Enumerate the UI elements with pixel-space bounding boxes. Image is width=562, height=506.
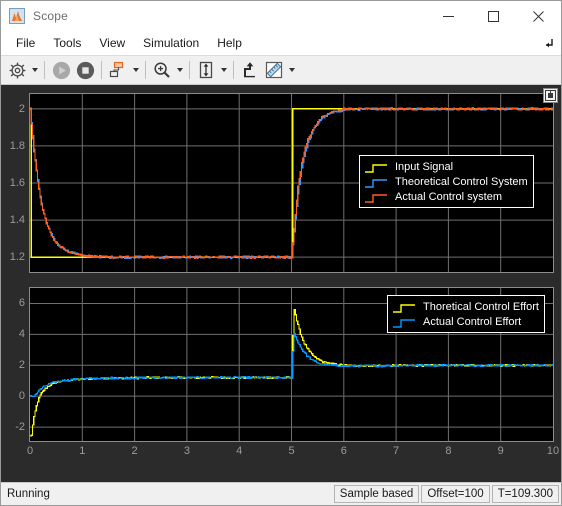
menu-help[interactable]: Help: [208, 33, 251, 53]
legend-swatch-icon: [392, 301, 416, 313]
fit-to-view-icon: [199, 61, 213, 79]
scope-window: Scope File Tools View Simulation Help 1.…: [0, 0, 562, 506]
configuration-properties-button[interactable]: [5, 58, 29, 82]
top-plot-legend[interactable]: Input Signal Theoretical Control System Ac…: [359, 155, 534, 208]
play-icon: [52, 61, 70, 79]
y-tick-label: 0: [18, 390, 25, 403]
scope-plot-area: 1.2 1.4 1.6 1.8 2 Input Signal Theoretical Co…: [1, 85, 561, 482]
status-bar: Running Sample based Offset=100 T=109.30…: [1, 482, 561, 505]
menu-tools[interactable]: Tools: [44, 33, 90, 53]
x-tick-label: 9: [497, 445, 504, 457]
close-button[interactable]: [516, 1, 561, 31]
highlight-signal-button[interactable]: [238, 58, 262, 82]
legend-label: Actual Control Effort: [423, 315, 522, 328]
zoom-in-magnifier-icon: [154, 62, 170, 78]
run-button[interactable]: [49, 58, 73, 82]
status-panels: Sample based Offset=100 T=109.300: [333, 485, 559, 503]
measurements-button[interactable]: [262, 58, 286, 82]
x-tick-label: 6: [340, 445, 347, 457]
legend-row: Input Signal: [364, 159, 528, 174]
stop-button[interactable]: [73, 58, 97, 82]
y-tick-label: 6: [18, 297, 25, 310]
legend-swatch-icon: [364, 161, 388, 173]
x-tick-label: 0: [26, 445, 34, 457]
scale-axes-limits-button[interactable]: [194, 58, 218, 82]
minimize-button[interactable]: [426, 1, 471, 31]
legend-row: Actual Control Effort: [392, 314, 539, 329]
title-bar: Scope: [1, 1, 561, 31]
y-tick-label: 1.8: [9, 139, 25, 152]
menu-simulation[interactable]: Simulation: [134, 33, 208, 53]
y-tick-label: 1.6: [9, 177, 25, 189]
stop-icon: [76, 61, 94, 79]
window-title: Scope: [33, 9, 69, 23]
legend-swatch-icon: [364, 176, 388, 188]
y-tick-label: 1.4: [9, 214, 25, 227]
y-tick-label: 2: [18, 359, 25, 372]
subplot-layout-icon: [109, 61, 124, 78]
toolbar-separator: [44, 61, 45, 79]
zoom-in-button[interactable]: [150, 58, 174, 82]
toolbar-separator: [101, 61, 102, 79]
legend-row: Thoretical Control Effort: [392, 299, 539, 314]
ruler-measurement-icon: [265, 61, 283, 79]
toolbar-separator: [233, 61, 234, 79]
menu-file[interactable]: File: [7, 33, 44, 53]
menu-bar: File Tools View Simulation Help: [1, 31, 561, 56]
menu-overflow-arrow-icon[interactable]: [541, 35, 555, 49]
legend-row: Actual Control system: [364, 189, 528, 204]
toolbar: [1, 56, 561, 85]
legend-label: Actual Control system: [395, 190, 502, 203]
x-axis-labels: 0 1 2 3 4 5 6 7 8 9 10: [26, 445, 559, 461]
legend-label: Thoretical Control Effort: [423, 300, 539, 313]
bottom-plot-legend[interactable]: Thoretical Control Effort Actual Control …: [387, 295, 545, 333]
y-tick-label: 2: [18, 102, 25, 115]
toolbar-separator: [145, 61, 146, 79]
x-tick-label: 4: [236, 445, 243, 457]
scope-app-icon: [9, 8, 25, 24]
status-offset: Offset=100: [421, 485, 490, 503]
status-time: T=109.300: [491, 485, 559, 503]
menu-view[interactable]: View: [90, 33, 134, 53]
x-tick-label: 7: [393, 445, 400, 457]
x-tick-label: 10: [546, 445, 560, 457]
y-tick-label: 4: [18, 328, 25, 341]
layout-caret[interactable]: [130, 58, 141, 82]
bottom-plot-y-axis-labels: -2 0 2 4 6: [1, 287, 25, 442]
x-tick-label: 3: [183, 445, 190, 457]
layout-button[interactable]: [106, 58, 130, 82]
highlight-signal-icon: [244, 62, 255, 78]
legend-row: Theoretical Control System: [364, 174, 528, 189]
legend-swatch-icon: [392, 316, 416, 328]
toolbar-separator: [189, 61, 190, 79]
top-plot-y-axis-labels: 1.2 1.4 1.6 1.8 2: [1, 93, 25, 273]
status-sample-mode: Sample based: [333, 485, 420, 503]
window-controls: [426, 1, 561, 31]
zoom-in-caret[interactable]: [174, 58, 185, 82]
legend-label: Theoretical Control System: [395, 175, 528, 188]
scale-axes-limits-caret[interactable]: [218, 58, 229, 82]
legend-swatch-icon: [364, 191, 388, 203]
x-tick-label: 5: [288, 445, 295, 457]
configuration-properties-caret[interactable]: [29, 58, 40, 82]
x-tick-label: 1: [79, 445, 86, 457]
gear-icon: [9, 62, 25, 78]
x-tick-label: 2: [131, 445, 138, 457]
status-state: Running: [7, 488, 50, 500]
legend-label: Input Signal: [395, 160, 454, 173]
x-tick-label: 8: [445, 445, 452, 457]
y-tick-label: -2: [15, 421, 25, 434]
maximize-axes-icon[interactable]: [543, 88, 558, 103]
measurements-caret[interactable]: [286, 58, 297, 82]
y-tick-label: 1.2: [9, 251, 25, 264]
maximize-button[interactable]: [471, 1, 516, 31]
